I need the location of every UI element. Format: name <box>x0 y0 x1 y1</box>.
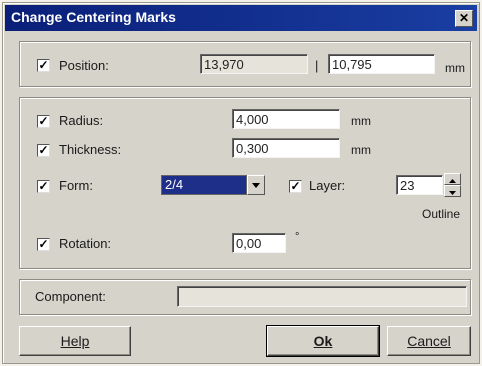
position-label: Position: <box>59 58 109 73</box>
thickness-unit: mm <box>351 143 371 157</box>
position-unit: mm <box>445 61 465 75</box>
form-label: Form: <box>59 178 93 193</box>
ok-button[interactable]: Ok <box>266 325 380 357</box>
position-separator: | <box>315 58 319 73</box>
thickness-field[interactable]: 0,300 <box>232 138 340 158</box>
help-button-label: Help <box>60 333 90 349</box>
position-x-field[interactable]: 13,970 <box>200 54 308 74</box>
radius-field[interactable]: 4,000 <box>232 109 340 129</box>
help-button[interactable]: Help <box>19 326 131 356</box>
layer-field[interactable]: 23 <box>396 175 443 195</box>
thickness-label: Thickness: <box>59 142 122 157</box>
layer-checkbox[interactable]: ✓ <box>289 180 302 193</box>
component-label: Component: <box>35 289 106 304</box>
title-bar: Change Centering Marks ✕ <box>5 5 477 31</box>
up-arrow-icon[interactable] <box>444 173 461 185</box>
down-arrow-icon[interactable] <box>444 185 461 197</box>
radius-label: Radius: <box>59 113 104 128</box>
chevron-down-icon[interactable] <box>247 175 265 195</box>
rotation-label: Rotation: <box>59 236 112 251</box>
rotation-checkbox[interactable]: ✓ <box>37 238 50 251</box>
layer-name: Outline <box>422 207 461 221</box>
close-icon[interactable]: ✕ <box>455 10 473 27</box>
change-centering-marks-dialog: Change Centering Marks ✕ ✓ Position: 13,… <box>2 2 480 364</box>
layer-label: Layer: <box>309 178 346 193</box>
rotation-unit: ° <box>295 231 300 243</box>
rotation-field[interactable]: 0,00 <box>232 233 286 253</box>
radius-unit: mm <box>351 114 371 128</box>
thickness-checkbox[interactable]: ✓ <box>37 144 50 157</box>
form-checkbox[interactable]: ✓ <box>37 180 50 193</box>
radius-checkbox[interactable]: ✓ <box>37 115 50 128</box>
cancel-button[interactable]: Cancel <box>387 326 471 356</box>
form-select[interactable]: 2/4 <box>161 175 247 195</box>
cancel-button-label: Cancel <box>407 333 451 349</box>
window-title: Change Centering Marks <box>11 9 176 25</box>
ok-button-label: Ok <box>313 333 333 349</box>
position-checkbox[interactable]: ✓ <box>37 59 50 72</box>
position-y-field[interactable]: 10,795 <box>328 54 435 74</box>
component-field[interactable] <box>177 286 467 307</box>
